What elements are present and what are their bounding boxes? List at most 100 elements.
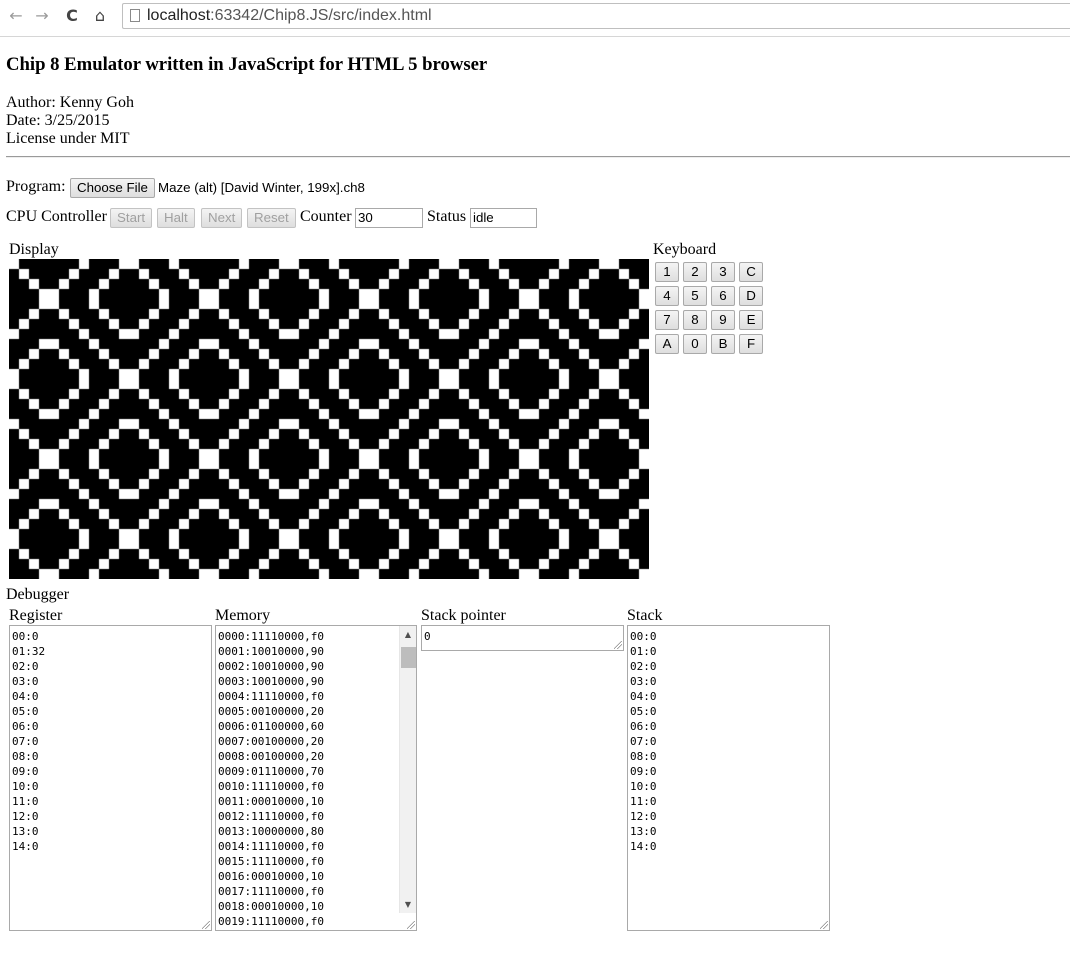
- register-line: 05:0: [12, 705, 39, 718]
- start-button[interactable]: Start: [110, 208, 153, 228]
- stack-line: 06:0: [630, 720, 657, 733]
- display-label: Display: [9, 241, 59, 258]
- reload-icon[interactable]: C: [62, 6, 82, 26]
- reset-button[interactable]: Reset: [247, 208, 296, 228]
- memory-line: 0008:00100000,20: [218, 750, 324, 763]
- stack-line: 09:0: [630, 765, 657, 778]
- counter-label: Counter: [300, 208, 352, 225]
- home-icon[interactable]: ⌂: [90, 6, 110, 26]
- stack-pointer-textarea[interactable]: 0: [421, 625, 624, 651]
- register-line: 08:0: [12, 750, 39, 763]
- key-8[interactable]: 8: [683, 310, 707, 330]
- stack-line: 10:0: [630, 780, 657, 793]
- memory-line: 0002:10010000,90: [218, 660, 324, 673]
- memory-line: 0006:01100000,60: [218, 720, 324, 733]
- resize-grip-icon[interactable]: [820, 921, 828, 929]
- scroll-up-icon[interactable]: ▲: [400, 626, 416, 643]
- register-line: 01:32: [12, 645, 46, 658]
- page-title: Chip 8 Emulator written in JavaScript fo…: [6, 54, 488, 75]
- memory-line: 0015:11110000,f0: [218, 855, 324, 868]
- forward-icon[interactable]: →: [32, 6, 52, 26]
- register-line: 04:0: [12, 690, 39, 703]
- stack-line: 00:0: [630, 630, 657, 643]
- key-3[interactable]: 3: [711, 262, 735, 282]
- stack-label: Stack: [627, 607, 663, 624]
- stack-line: 03:0: [630, 675, 657, 688]
- scrollbar-thumb[interactable]: [401, 647, 416, 668]
- address-bar[interactable]: localhost:63342/Chip8.JS/src/index.html: [122, 3, 1070, 29]
- memory-label: Memory: [215, 607, 271, 624]
- author-line: Author: Kenny Goh: [6, 94, 134, 111]
- date-line: Date: 3/25/2015: [6, 112, 110, 129]
- stack-line: 13:0: [630, 825, 657, 838]
- stack-line: 12:0: [630, 810, 657, 823]
- key-9[interactable]: 9: [711, 310, 735, 330]
- memory-line: 0019:11110000,f0: [218, 915, 324, 928]
- memory-line: 0012:11110000,f0: [218, 810, 324, 823]
- key-c[interactable]: C: [739, 262, 763, 282]
- back-icon[interactable]: ←: [6, 6, 26, 26]
- memory-line: 0005:00100000,20: [218, 705, 324, 718]
- key-b[interactable]: B: [711, 334, 735, 354]
- memory-line: 0000:11110000,f0: [218, 630, 324, 643]
- key-6[interactable]: 6: [711, 286, 735, 306]
- stack-textarea[interactable]: 00:0 01:0 02:0 03:0 04:0 05:0 06:0 07:0 08:0 09:0…: [627, 625, 830, 931]
- halt-button[interactable]: Halt: [157, 208, 195, 228]
- register-line: 14:0: [12, 840, 39, 853]
- key-f[interactable]: F: [739, 334, 763, 354]
- register-line: 10:0: [12, 780, 39, 793]
- keyboard-label: Keyboard: [653, 241, 717, 258]
- memory-textarea[interactable]: 0000:11110000,f0 0001:10010000,90 0002:100…: [215, 625, 417, 931]
- memory-lines: 0000:11110000,f0 0001:10010000,90 0002:100…: [218, 629, 324, 929]
- register-textarea[interactable]: 00:0 01:32 02:0 03:0 04:0 05:0 06:0 07:0 08:0 09:…: [9, 625, 212, 931]
- key-4[interactable]: 4: [655, 286, 679, 306]
- cpu-controller-label: CPU Controller: [6, 208, 107, 225]
- selected-file-name: Maze (alt) [David Winter, 199x].ch8: [158, 180, 365, 195]
- register-line: 06:0: [12, 720, 39, 733]
- register-line: 02:0: [12, 660, 39, 673]
- memory-line: 0003:10010000,90: [218, 675, 324, 688]
- status-label: Status: [427, 208, 467, 225]
- stack-line: 01:0: [630, 645, 657, 658]
- memory-line: 0018:00010000,10: [218, 900, 324, 913]
- scroll-down-icon[interactable]: ▼: [400, 896, 416, 913]
- key-1[interactable]: 1: [655, 262, 679, 282]
- memory-line: 0013:10000000,80: [218, 825, 324, 838]
- key-7[interactable]: 7: [655, 310, 679, 330]
- stack-line: 05:0: [630, 705, 657, 718]
- next-button[interactable]: Next: [201, 208, 243, 228]
- debugger-label: Debugger: [6, 586, 70, 603]
- resize-grip-icon[interactable]: [202, 921, 210, 929]
- memory-line: 0004:11110000,f0: [218, 690, 324, 703]
- key-5[interactable]: 5: [683, 286, 707, 306]
- browser-toolbar: ← → C ⌂ localhost:63342/Chip8.JS/src/ind…: [0, 0, 1070, 37]
- program-label: Program:: [6, 178, 66, 195]
- resize-grip-icon[interactable]: [407, 921, 415, 929]
- choose-file-button[interactable]: Choose File: [70, 178, 155, 198]
- license-line: License under MIT: [6, 130, 130, 147]
- page-icon: [130, 9, 140, 22]
- key-d[interactable]: D: [739, 286, 763, 306]
- stack-pointer-value: 0: [424, 630, 431, 643]
- key-2[interactable]: 2: [683, 262, 707, 282]
- key-0[interactable]: 0: [683, 334, 707, 354]
- memory-line: 0011:00010000,10: [218, 795, 324, 808]
- key-e[interactable]: E: [739, 310, 763, 330]
- stack-line: 08:0: [630, 750, 657, 763]
- stack-line: 02:0: [630, 660, 657, 673]
- memory-line: 0009:01110000,70: [218, 765, 324, 778]
- register-line: 09:0: [12, 765, 39, 778]
- key-a[interactable]: A: [655, 334, 679, 354]
- register-line: 07:0: [12, 735, 39, 748]
- memory-scrollbar[interactable]: ▲ ▼: [399, 626, 416, 913]
- stack-line: 04:0: [630, 690, 657, 703]
- status-input[interactable]: idle: [470, 208, 537, 228]
- register-line: 00:0: [12, 630, 39, 643]
- stack-line: 07:0: [630, 735, 657, 748]
- resize-grip-icon[interactable]: [614, 641, 622, 649]
- counter-input[interactable]: 30: [355, 208, 423, 228]
- register-line: 12:0: [12, 810, 39, 823]
- stack-line: 14:0: [630, 840, 657, 853]
- url-text: localhost:63342/Chip8.JS/src/index.html: [147, 7, 432, 25]
- memory-line: 0014:11110000,f0: [218, 840, 324, 853]
